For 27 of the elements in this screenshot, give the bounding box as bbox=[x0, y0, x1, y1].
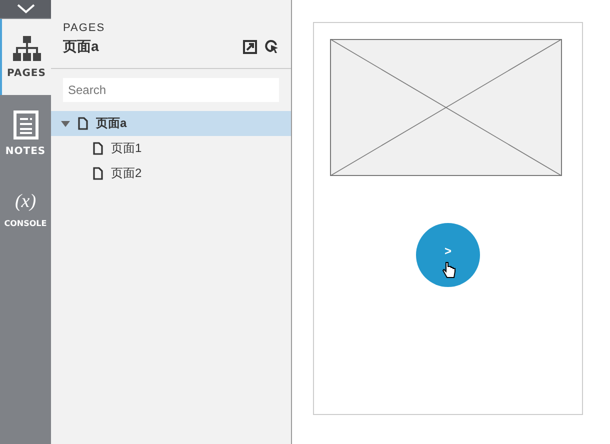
search-field[interactable]: Search bbox=[63, 78, 279, 102]
panel-heading: PAGES bbox=[63, 22, 106, 34]
tab-label: PAGES bbox=[7, 68, 46, 78]
cursor-target-icon[interactable] bbox=[265, 40, 279, 54]
sidebar-tab[interactable]: PAGES bbox=[0, 19, 51, 95]
variable-glyph: (x) bbox=[14, 190, 36, 212]
page-icon bbox=[78, 117, 88, 130]
page-icon bbox=[93, 167, 103, 180]
sidebar-tab[interactable]: NOTES bbox=[0, 95, 51, 171]
sidebar-tab[interactable]: (x) CONSOLE bbox=[0, 171, 51, 247]
hand-cursor-icon bbox=[442, 261, 456, 279]
sitemap-icon bbox=[12, 36, 42, 62]
tab-label: CONSOLE bbox=[4, 218, 47, 228]
page-tree-item[interactable]: 页面a bbox=[51, 111, 291, 136]
page-title: 页面a bbox=[63, 38, 100, 56]
page-name: 页面1 bbox=[111, 140, 142, 157]
page-icon bbox=[93, 142, 103, 155]
page-tree-item[interactable]: 页面1 bbox=[51, 136, 291, 161]
export-icon[interactable] bbox=[243, 40, 257, 54]
page-name: 页面2 bbox=[111, 165, 142, 182]
expand-triangle-icon[interactable] bbox=[61, 120, 70, 126]
tab-label: NOTES bbox=[5, 146, 46, 156]
collapse-button[interactable] bbox=[0, 0, 51, 18]
page-tree-item[interactable]: 页面2 bbox=[51, 161, 291, 186]
page-name: 页面a bbox=[96, 115, 127, 132]
chevron-down-icon bbox=[16, 4, 36, 14]
notes-icon bbox=[12, 110, 38, 140]
